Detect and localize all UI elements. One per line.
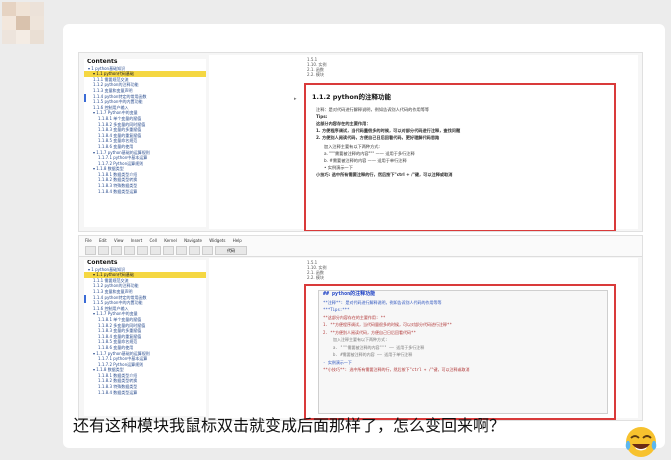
cut-icon[interactable]: [111, 246, 122, 255]
toc-title: Contents: [87, 59, 118, 65]
toc-item[interactable]: 1.1.8.4 数据类型运算: [84, 189, 206, 195]
toc-list: ▾ 1 python基础知识 ▾ 1.1 python代码基础 1.1.1 需要规范…: [84, 66, 206, 195]
paste-icon[interactable]: [137, 246, 148, 255]
cell-collapse-arrow-icon[interactable]: ▸: [294, 96, 297, 102]
copy-icon[interactable]: [124, 246, 135, 255]
raw-line: a. """需要被注释的内容""" —— 适用于多行注释: [333, 344, 425, 350]
raw-line: ## python的注释功能: [323, 291, 376, 297]
notebook-area-2: 1.5.1 1.10. 实例 2.1. 函数 2.2. 模块 ## python…: [209, 258, 638, 420]
markdown-editor[interactable]: ## python的注释功能 **注释**: 是对代码进行解释说明，例如告诉别人代…: [318, 290, 608, 414]
stop-icon[interactable]: [189, 246, 200, 255]
toc-active-marker-2: [84, 295, 86, 303]
notebook-screenshot-rendered[interactable]: Contents ▾ 1 python基础知识 ▾ 1.1 python代码基础 1…: [78, 52, 643, 232]
raw-line: - 实例演示一下: [323, 359, 352, 365]
cell-type-select[interactable]: 代码: [215, 246, 247, 255]
toolbar-buttons: 代码: [85, 246, 247, 255]
notebook-toolbar: File Edit View Insert Cell Kernel Naviga…: [79, 236, 642, 257]
toc-list-2: ▾ 1 python基础知识 ▾ 1.1 python代码基础 1.1.1 需要规范…: [84, 267, 206, 396]
notebook-area: 1.5.1 1.10. 实例 2.1. 函数 2.2. 模块 ▸ 1.1.2 p…: [209, 55, 638, 231]
user-avatar[interactable]: [2, 2, 44, 44]
raw-line: **注释**: 是对代码进行解释说明，例如告诉别人代码的作用等等: [323, 299, 442, 305]
message-caption: 还有这种模块我鼠标双击就变成后面那样了，怎么变回来啊？: [73, 416, 506, 435]
move-up-icon[interactable]: [150, 246, 161, 255]
restart-icon[interactable]: [202, 246, 213, 255]
toc-panel-2: Contents ▾ 1 python基础知识 ▾ 1.1 python代码基础 1…: [84, 260, 206, 416]
raw-line: **这部分内容存在的主要作用: **: [323, 314, 386, 320]
rendered-line: b. #需要被注释的内容 —— 适用于单行注释: [324, 158, 407, 163]
toc-active-marker: [84, 94, 86, 102]
rendered-heading: 1.1.2 python的注释功能: [312, 93, 391, 101]
raw-line: ***Tips:***: [323, 307, 350, 312]
notebook-screenshot-edit-mode[interactable]: File Edit View Insert Cell Kernel Naviga…: [78, 235, 643, 421]
rendered-line: 2. 方便别人阅读代码，方便自己日后回看代码，更好理解代码思路: [316, 135, 440, 140]
rendered-line: 加入注释主要有以下两种方式:: [324, 144, 380, 149]
top-list-2: 1.5.1 1.10. 实例 2.1. 函数 2.2. 模块: [307, 260, 327, 280]
rendered-line: 注释：是对代码进行解释说明，例如告诉别人代码的作用等等: [316, 107, 430, 112]
toc-panel: Contents ▾ 1 python基础知识 ▾ 1.1 python代码基础 1…: [84, 59, 206, 227]
top-list: 1.5.1 1.10. 实例 2.1. 函数 2.2. 模块: [307, 57, 327, 77]
toc-title-2: Contents: [87, 260, 118, 266]
rendered-text: 注释：是对代码进行解释说明，例如告诉别人代码的作用等等 Tips: 这部分内容存在的…: [316, 106, 460, 178]
raw-line: 加入注释主要有以下两种方式:: [333, 337, 388, 342]
toc-item[interactable]: 1.1.8.4 数据类型运算: [84, 390, 206, 396]
menu-bar[interactable]: File Edit View Insert Cell Kernel Naviga…: [85, 238, 242, 243]
chat-message-bubble: Contents ▾ 1 python基础知识 ▾ 1.1 python代码基础 1…: [63, 24, 665, 457]
raw-line: b. #需要被注释的内容 —— 适用于单行注释: [333, 352, 413, 357]
rendered-line: 小技巧: 选中所有需要注释的行，然后按下"ctrl + /"键，可以注释或取消: [316, 172, 453, 177]
run-icon[interactable]: [176, 246, 187, 255]
raw-markdown-cell[interactable]: ## python的注释功能 **注释**: 是对代码进行解释说明，例如告诉别人代…: [304, 284, 616, 420]
rendered-line: a. """需要被注释的内容""" —— 适用于多行注释: [324, 151, 415, 156]
add-cell-icon[interactable]: [98, 246, 109, 255]
crying-laughing-face-icon: [625, 427, 657, 457]
rendered-line: 这部分内容存在的主要作用：: [316, 121, 371, 126]
raw-line: **小技巧**: 选中所有需要注释的行，然后按下"ctrl + /"键，可以注释…: [323, 367, 470, 372]
rendered-markdown-cell[interactable]: 1.1.2 python的注释功能 注释：是对代码进行解释说明，例如告诉别人代码…: [304, 83, 616, 231]
save-icon[interactable]: [85, 246, 96, 255]
rendered-line: Tips:: [316, 114, 328, 119]
raw-line: 2. **方便别人阅读代码，方便自己日后回看代码**: [323, 329, 416, 335]
rendered-line: 1. 方便程序调试，当代码量很多的时候，可以对部分代码进行注释，查找问题: [316, 128, 461, 133]
raw-markdown-text: ## python的注释功能 **注释**: 是对代码进行解释说明，例如告诉别人代…: [319, 291, 607, 374]
rendered-line: • 实例演示一下: [324, 165, 353, 170]
raw-line: 1. **方便程序调试，当代码量很多的时候，可以对部分代码进行注释**: [323, 322, 452, 327]
move-down-icon[interactable]: [163, 246, 174, 255]
